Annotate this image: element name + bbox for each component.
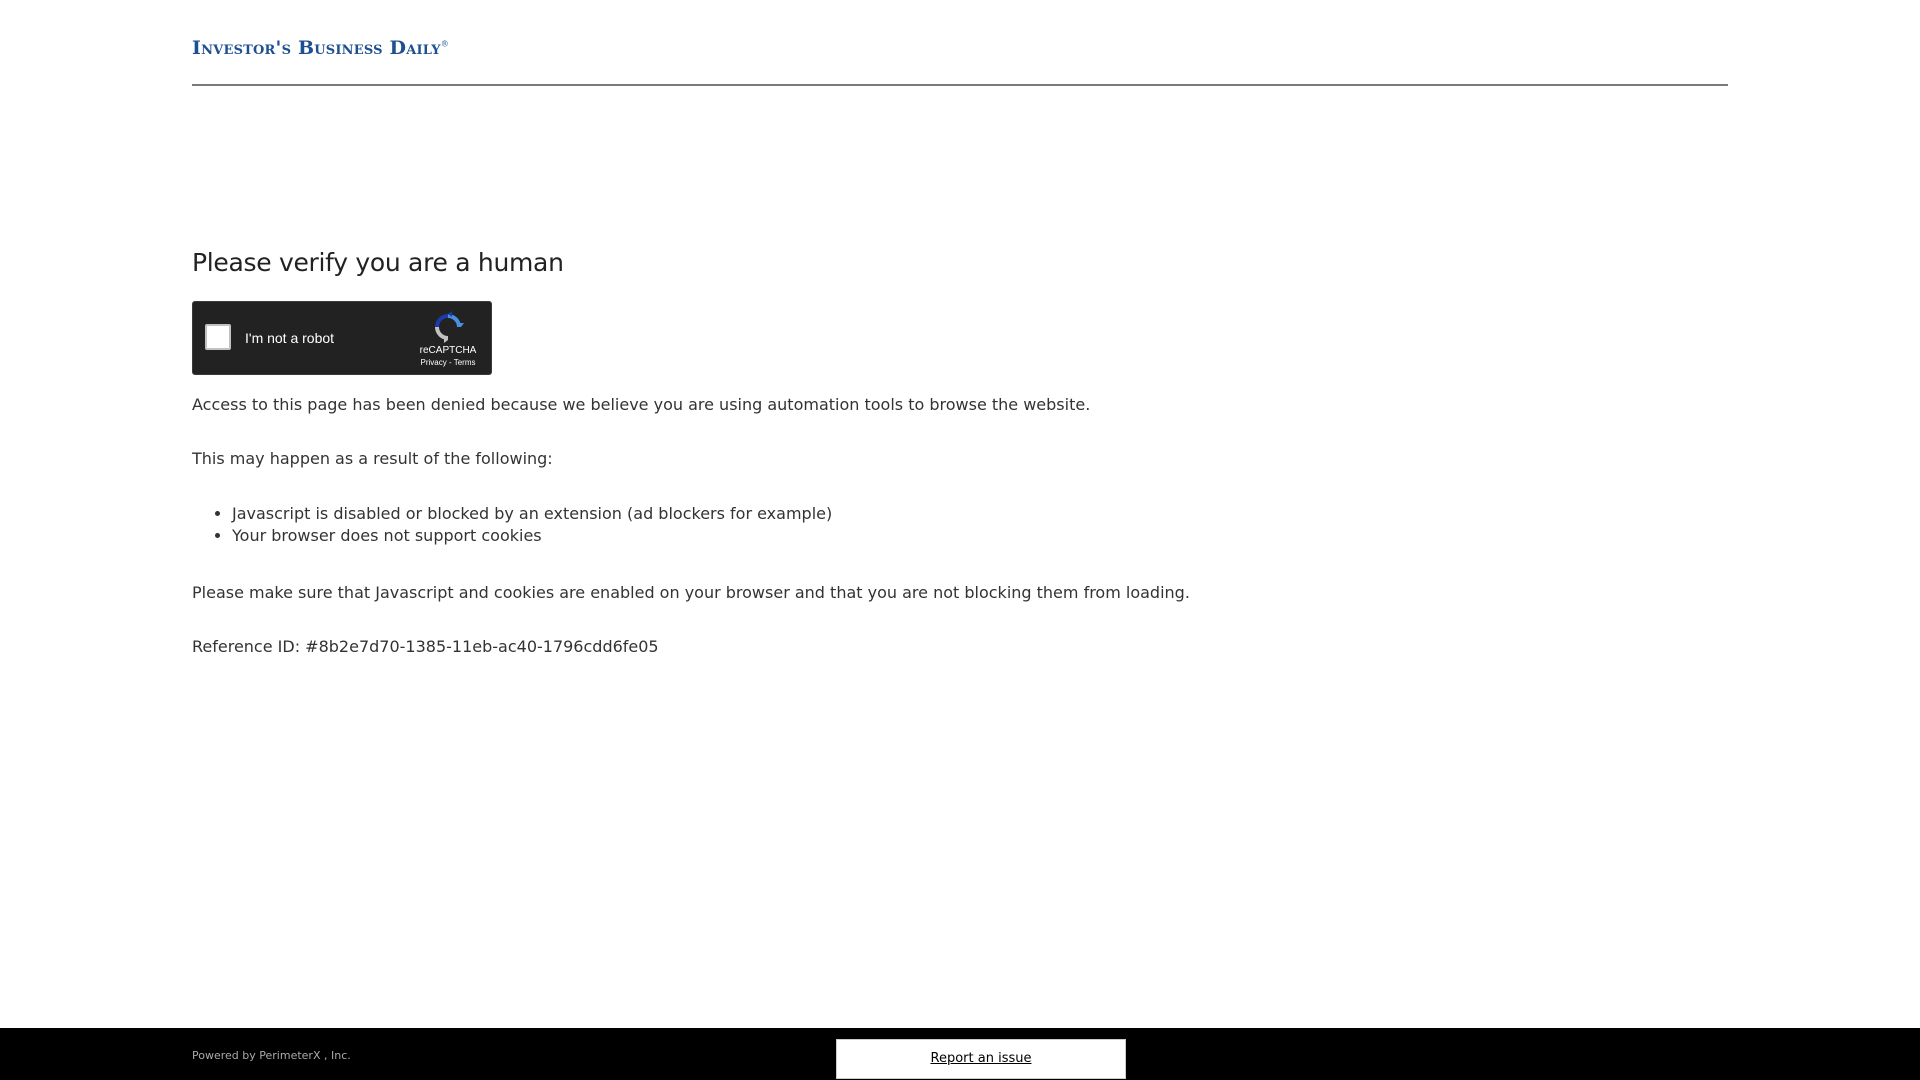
logo-text: Investor's Business Daily [192, 37, 441, 59]
terms-link[interactable]: Terms [454, 358, 476, 367]
denied-message: Access to this page has been denied beca… [192, 395, 1091, 414]
powered-by: Powered by PerimeterX , Inc. [192, 1049, 351, 1062]
recaptcha-brand: reCAPTCHA [419, 345, 477, 356]
powered-suffix: , Inc. [320, 1049, 351, 1062]
report-issue-button[interactable]: Report an issue [836, 1039, 1126, 1079]
footer: Powered by PerimeterX , Inc. Report an i… [0, 1028, 1920, 1080]
captcha-checkbox[interactable] [205, 324, 231, 350]
header: Investor's Business Daily® [192, 0, 1728, 86]
reason-item: Your browser does not support cookies [232, 525, 832, 547]
recaptcha-logo-area: reCAPTCHA Privacy - Terms [413, 310, 483, 367]
registered-mark: ® [440, 39, 449, 49]
page: Investor's Business Daily® Please verify… [0, 0, 1920, 1080]
vendor-link[interactable]: PerimeterX [259, 1049, 320, 1062]
recaptcha-links: Privacy - Terms [413, 358, 483, 367]
reason-item: Javascript is disabled or blocked by an … [232, 503, 832, 525]
recaptcha-widget: I'm not a robot reCAPTCHA Privacy - Term… [192, 301, 492, 375]
links-separator: - [446, 358, 454, 367]
reasons-intro: This may happen as a result of the follo… [192, 449, 553, 468]
reference-id: Reference ID: #8b2e7d70-1385-11eb-ac40-1… [192, 637, 659, 656]
page-title: Please verify you are a human [192, 248, 564, 277]
reasons-list: Javascript is disabled or blocked by an … [192, 503, 832, 547]
content-container: Investor's Business Daily® Please verify… [192, 0, 1728, 656]
instructions-text: Please make sure that Javascript and coo… [192, 583, 1190, 602]
captcha-label: I'm not a robot [245, 330, 335, 346]
recaptcha-logo-icon [435, 311, 464, 343]
site-logo[interactable]: Investor's Business Daily® [192, 37, 449, 59]
powered-prefix: Powered by [192, 1049, 260, 1062]
privacy-link[interactable]: Privacy [421, 358, 447, 367]
